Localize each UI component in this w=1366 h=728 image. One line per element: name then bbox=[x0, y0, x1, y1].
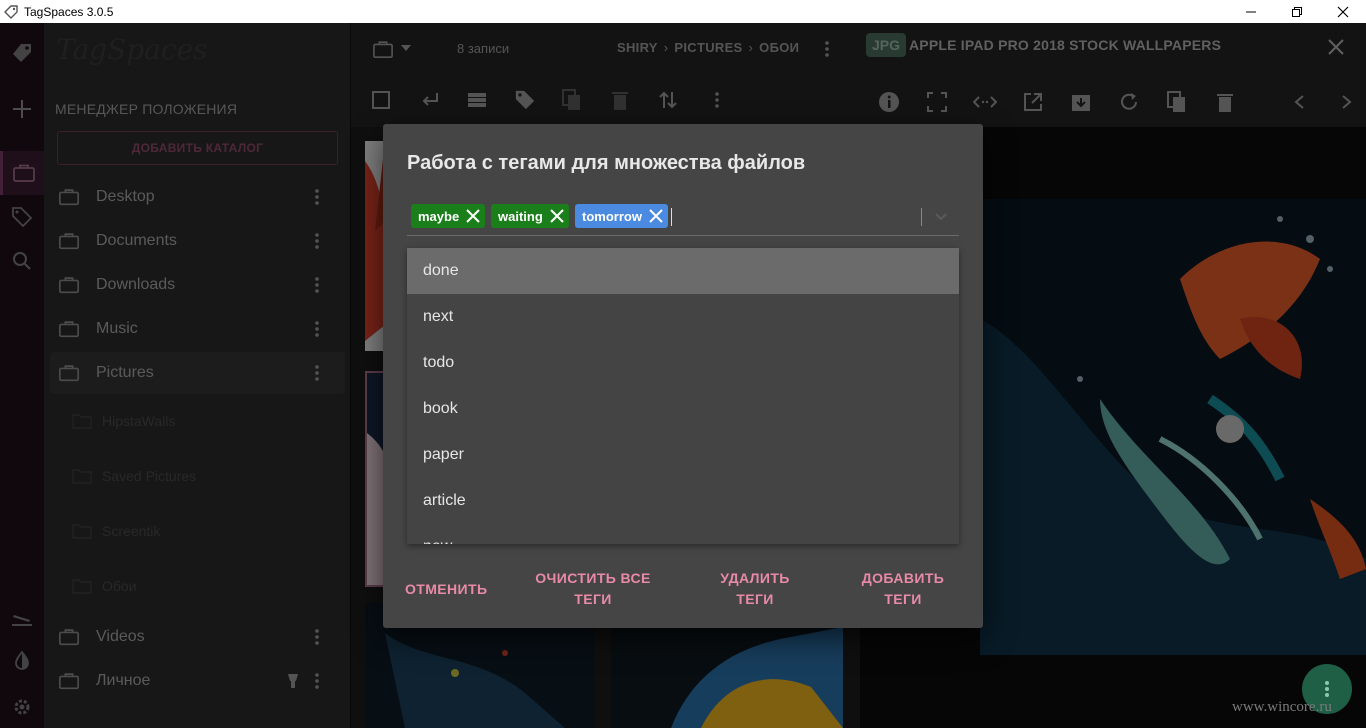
tag-options-menu: done next todo book paper article new bbox=[407, 248, 959, 544]
button-label-line: ТЕГИ bbox=[884, 591, 922, 607]
tag-option-article[interactable]: article bbox=[407, 478, 959, 524]
tag-option-paper[interactable]: paper bbox=[407, 432, 959, 478]
tag-chip-waiting[interactable]: waiting bbox=[491, 204, 569, 228]
close-window-button[interactable] bbox=[1320, 0, 1366, 23]
button-label-line: ТЕГИ bbox=[736, 591, 774, 607]
window-title: TagSpaces 3.0.5 bbox=[24, 4, 114, 19]
bulk-tag-dialog: Работа с тегами для множества файлов may… bbox=[383, 124, 983, 628]
remove-tags-button[interactable]: УДАЛИТЬ ТЕГИ bbox=[713, 568, 797, 610]
tag-chip-label: maybe bbox=[418, 208, 460, 224]
button-label-line: ДОБАВИТЬ bbox=[861, 570, 945, 586]
close-icon bbox=[1337, 6, 1349, 17]
tag-chip-maybe[interactable]: maybe bbox=[411, 204, 486, 228]
tag-chip-label: waiting bbox=[498, 208, 543, 224]
minimize-button[interactable] bbox=[1228, 0, 1274, 23]
maximize-button[interactable] bbox=[1274, 0, 1320, 23]
text-caret bbox=[671, 208, 672, 226]
minimize-icon bbox=[1246, 11, 1256, 12]
add-tags-button[interactable]: ДОБАВИТЬ ТЕГИ bbox=[859, 568, 947, 610]
button-label-line: ТЕГИ bbox=[574, 591, 612, 607]
app-tag-icon bbox=[4, 4, 18, 19]
button-label-line: ОЧИСТИТЬ ВСЕ bbox=[535, 570, 651, 586]
remove-tag-icon[interactable] bbox=[548, 207, 566, 225]
tag-option-done[interactable]: done bbox=[407, 248, 959, 294]
tag-selector-input[interactable]: maybe waiting tomorrow bbox=[407, 200, 959, 236]
title-bar: TagSpaces 3.0.5 bbox=[0, 0, 1366, 23]
chevron-down-icon[interactable] bbox=[931, 206, 951, 226]
watermark-text: www.wincore.ru bbox=[1232, 699, 1332, 715]
button-label-line: УДАЛИТЬ bbox=[720, 570, 790, 586]
tag-option-todo[interactable]: todo bbox=[407, 340, 959, 386]
remove-tag-icon[interactable] bbox=[647, 207, 665, 225]
tag-option-new[interactable]: new bbox=[407, 524, 959, 544]
more-vert-icon bbox=[1325, 681, 1329, 697]
tag-option-next[interactable]: next bbox=[407, 294, 959, 340]
remove-tag-icon[interactable] bbox=[464, 207, 482, 225]
cancel-button[interactable]: ОТМЕНИТЬ bbox=[405, 579, 487, 600]
clear-all-tags-button[interactable]: ОЧИСТИТЬ ВСЕ ТЕГИ bbox=[535, 568, 651, 610]
tag-chip-tomorrow[interactable]: tomorrow bbox=[575, 204, 668, 228]
restore-icon bbox=[1292, 6, 1302, 17]
tag-option-book[interactable]: book bbox=[407, 386, 959, 432]
app-window: TagSpaces 3.0.5 TagSpaces МЕНЕДЖЕР ПОЛОЖ… bbox=[0, 0, 1366, 728]
dropdown-divider bbox=[921, 208, 922, 226]
dialog-title: Работа с тегами для множества файлов bbox=[407, 152, 806, 174]
tag-chip-label: tomorrow bbox=[582, 208, 642, 224]
